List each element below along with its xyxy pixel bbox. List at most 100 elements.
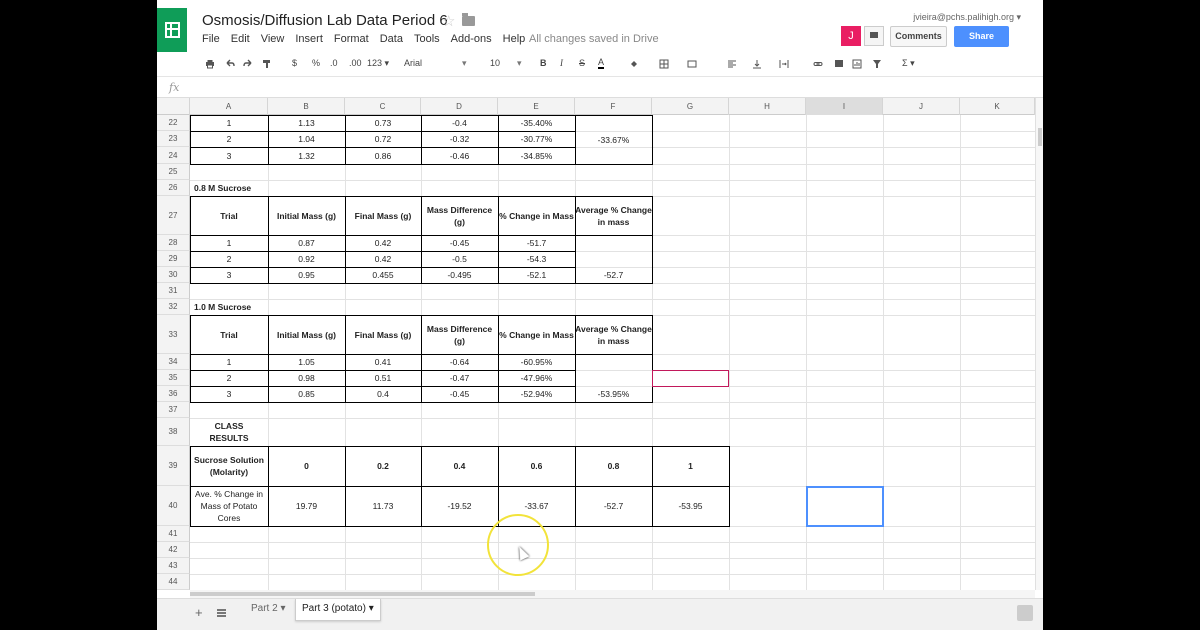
table-cell[interactable]: 1 bbox=[190, 354, 268, 370]
bold-button[interactable]: B bbox=[540, 58, 547, 68]
table-cell[interactable]: -19.52 bbox=[421, 486, 498, 526]
table-header-cell[interactable]: 1 bbox=[652, 446, 729, 486]
row-header[interactable]: 36 bbox=[157, 386, 190, 402]
avatar[interactable]: J bbox=[841, 26, 861, 46]
table-header-cell[interactable]: 0 bbox=[268, 446, 345, 486]
table-cell[interactable]: 0.92 bbox=[268, 251, 345, 267]
table-cell[interactable]: -52.7 bbox=[575, 486, 652, 526]
column-header-k[interactable]: K bbox=[960, 98, 1035, 115]
strikethrough-button[interactable]: S bbox=[579, 58, 585, 68]
row-header[interactable]: 35 bbox=[157, 370, 190, 386]
chart-icon[interactable] bbox=[852, 59, 862, 69]
increase-decimal-button[interactable]: .00 bbox=[349, 58, 362, 68]
more-formats-button[interactable]: 123 ▾ bbox=[367, 58, 389, 69]
table-header-cell[interactable]: 0.4 bbox=[421, 446, 498, 486]
table-cell[interactable]: -35.40% bbox=[498, 115, 575, 131]
average-cell[interactable]: -52.7 bbox=[575, 267, 652, 283]
row-header[interactable]: 29 bbox=[157, 251, 190, 267]
table-cell[interactable]: -0.32 bbox=[421, 131, 498, 147]
active-cell-selection[interactable] bbox=[806, 486, 884, 527]
table-cell[interactable]: 2 bbox=[190, 370, 268, 386]
font-size-chevron-icon[interactable]: ▾ bbox=[517, 58, 522, 69]
column-header-f[interactable]: F bbox=[575, 98, 652, 115]
table-cell[interactable]: 2 bbox=[190, 251, 268, 267]
row-header[interactable]: 26 bbox=[157, 180, 190, 196]
row-header[interactable]: 27 bbox=[157, 196, 190, 235]
horizontal-scroll-thumb[interactable] bbox=[190, 592, 535, 596]
menu-help[interactable]: Help bbox=[503, 33, 526, 45]
share-button[interactable]: Share bbox=[954, 26, 1009, 47]
table-cell[interactable]: 0.85 bbox=[268, 386, 345, 402]
row-header[interactable]: 22 bbox=[157, 115, 190, 131]
table-cell[interactable]: -0.64 bbox=[421, 354, 498, 370]
column-header-d[interactable]: D bbox=[421, 98, 498, 115]
vertical-scroll-thumb[interactable] bbox=[1038, 128, 1042, 146]
font-family-chevron-icon[interactable]: ▾ bbox=[462, 58, 467, 69]
average-cell[interactable]: -53.95% bbox=[575, 386, 652, 402]
table-cell[interactable]: 0.4 bbox=[345, 386, 421, 402]
all-sheets-menu-icon[interactable] bbox=[217, 609, 226, 617]
table-cell[interactable]: -0.4 bbox=[421, 115, 498, 131]
table-header-cell[interactable]: 0.2 bbox=[345, 446, 421, 486]
table-cell[interactable]: 0.72 bbox=[345, 131, 421, 147]
table-cell[interactable]: -0.47 bbox=[421, 370, 498, 386]
average-cell[interactable]: -33.67% bbox=[575, 115, 652, 164]
currency-format-button[interactable]: $ bbox=[292, 58, 297, 68]
table-cell[interactable]: 11.73 bbox=[345, 486, 421, 526]
table-cell[interactable]: -0.5 bbox=[421, 251, 498, 267]
fill-color-icon[interactable] bbox=[629, 59, 639, 69]
font-size-select[interactable]: 10 bbox=[490, 58, 500, 68]
star-icon[interactable]: ☆ bbox=[442, 12, 455, 30]
comment-icon[interactable] bbox=[834, 59, 844, 69]
table-cell[interactable]: -0.46 bbox=[421, 147, 498, 164]
text-color-button[interactable]: A bbox=[598, 58, 605, 69]
vertical-scrollbar[interactable] bbox=[1035, 98, 1043, 590]
folder-icon[interactable] bbox=[462, 13, 475, 26]
table-cell[interactable]: 1.05 bbox=[268, 354, 345, 370]
comments-button[interactable]: Comments bbox=[890, 26, 947, 47]
row-header[interactable]: 31 bbox=[157, 283, 190, 299]
row-header[interactable]: 33 bbox=[157, 315, 190, 354]
row-header[interactable]: 32 bbox=[157, 299, 190, 315]
row-header[interactable]: 43 bbox=[157, 558, 190, 574]
horizontal-scrollbar[interactable] bbox=[190, 590, 1035, 598]
column-header-a[interactable]: A bbox=[190, 98, 268, 115]
table-cell[interactable]: -0.495 bbox=[421, 267, 498, 283]
table-cell[interactable]: 0.86 bbox=[345, 147, 421, 164]
chat-icon[interactable] bbox=[864, 26, 884, 46]
table-cell[interactable]: -0.45 bbox=[421, 386, 498, 402]
account-email[interactable]: jvieira@pchs.palihigh.org ▾ bbox=[913, 12, 1021, 23]
table-cell[interactable]: -0.45 bbox=[421, 235, 498, 251]
column-header-c[interactable]: C bbox=[345, 98, 421, 115]
table-cell[interactable]: 0.42 bbox=[345, 251, 421, 267]
table-cell[interactable]: 0.98 bbox=[268, 370, 345, 386]
table-cell[interactable]: 3 bbox=[190, 147, 268, 164]
print-icon[interactable] bbox=[205, 59, 215, 69]
column-header-e[interactable]: E bbox=[498, 98, 575, 115]
menu-file[interactable]: File bbox=[202, 33, 220, 45]
table-cell[interactable]: -30.77% bbox=[498, 131, 575, 147]
valign-bottom-icon[interactable] bbox=[752, 59, 762, 69]
link-icon[interactable] bbox=[813, 59, 823, 69]
table-cell[interactable]: 0.51 bbox=[345, 370, 421, 386]
filter-icon[interactable] bbox=[872, 59, 882, 69]
menu-data[interactable]: Data bbox=[380, 33, 403, 45]
row-header[interactable]: 41 bbox=[157, 526, 190, 542]
add-sheet-button[interactable]: + bbox=[195, 605, 203, 620]
row-header[interactable]: 44 bbox=[157, 574, 190, 590]
table-cell[interactable]: -52.94% bbox=[498, 386, 575, 402]
menu-format[interactable]: Format bbox=[334, 33, 369, 45]
table-cell[interactable]: -52.1 bbox=[498, 267, 575, 283]
table-cell[interactable]: 0.455 bbox=[345, 267, 421, 283]
menu-insert[interactable]: Insert bbox=[295, 33, 323, 45]
column-header-b[interactable]: B bbox=[268, 98, 345, 115]
table-cell[interactable]: 0.95 bbox=[268, 267, 345, 283]
font-family-select[interactable]: Arial bbox=[404, 58, 422, 68]
table-cell[interactable]: 1.13 bbox=[268, 115, 345, 131]
row-header[interactable]: 34 bbox=[157, 354, 190, 370]
table-cell[interactable]: 19.79 bbox=[268, 486, 345, 526]
select-all-corner[interactable] bbox=[157, 98, 190, 115]
highlighted-cell-g35[interactable] bbox=[652, 370, 729, 387]
row-header[interactable]: 30 bbox=[157, 267, 190, 283]
row-header[interactable]: 42 bbox=[157, 542, 190, 558]
